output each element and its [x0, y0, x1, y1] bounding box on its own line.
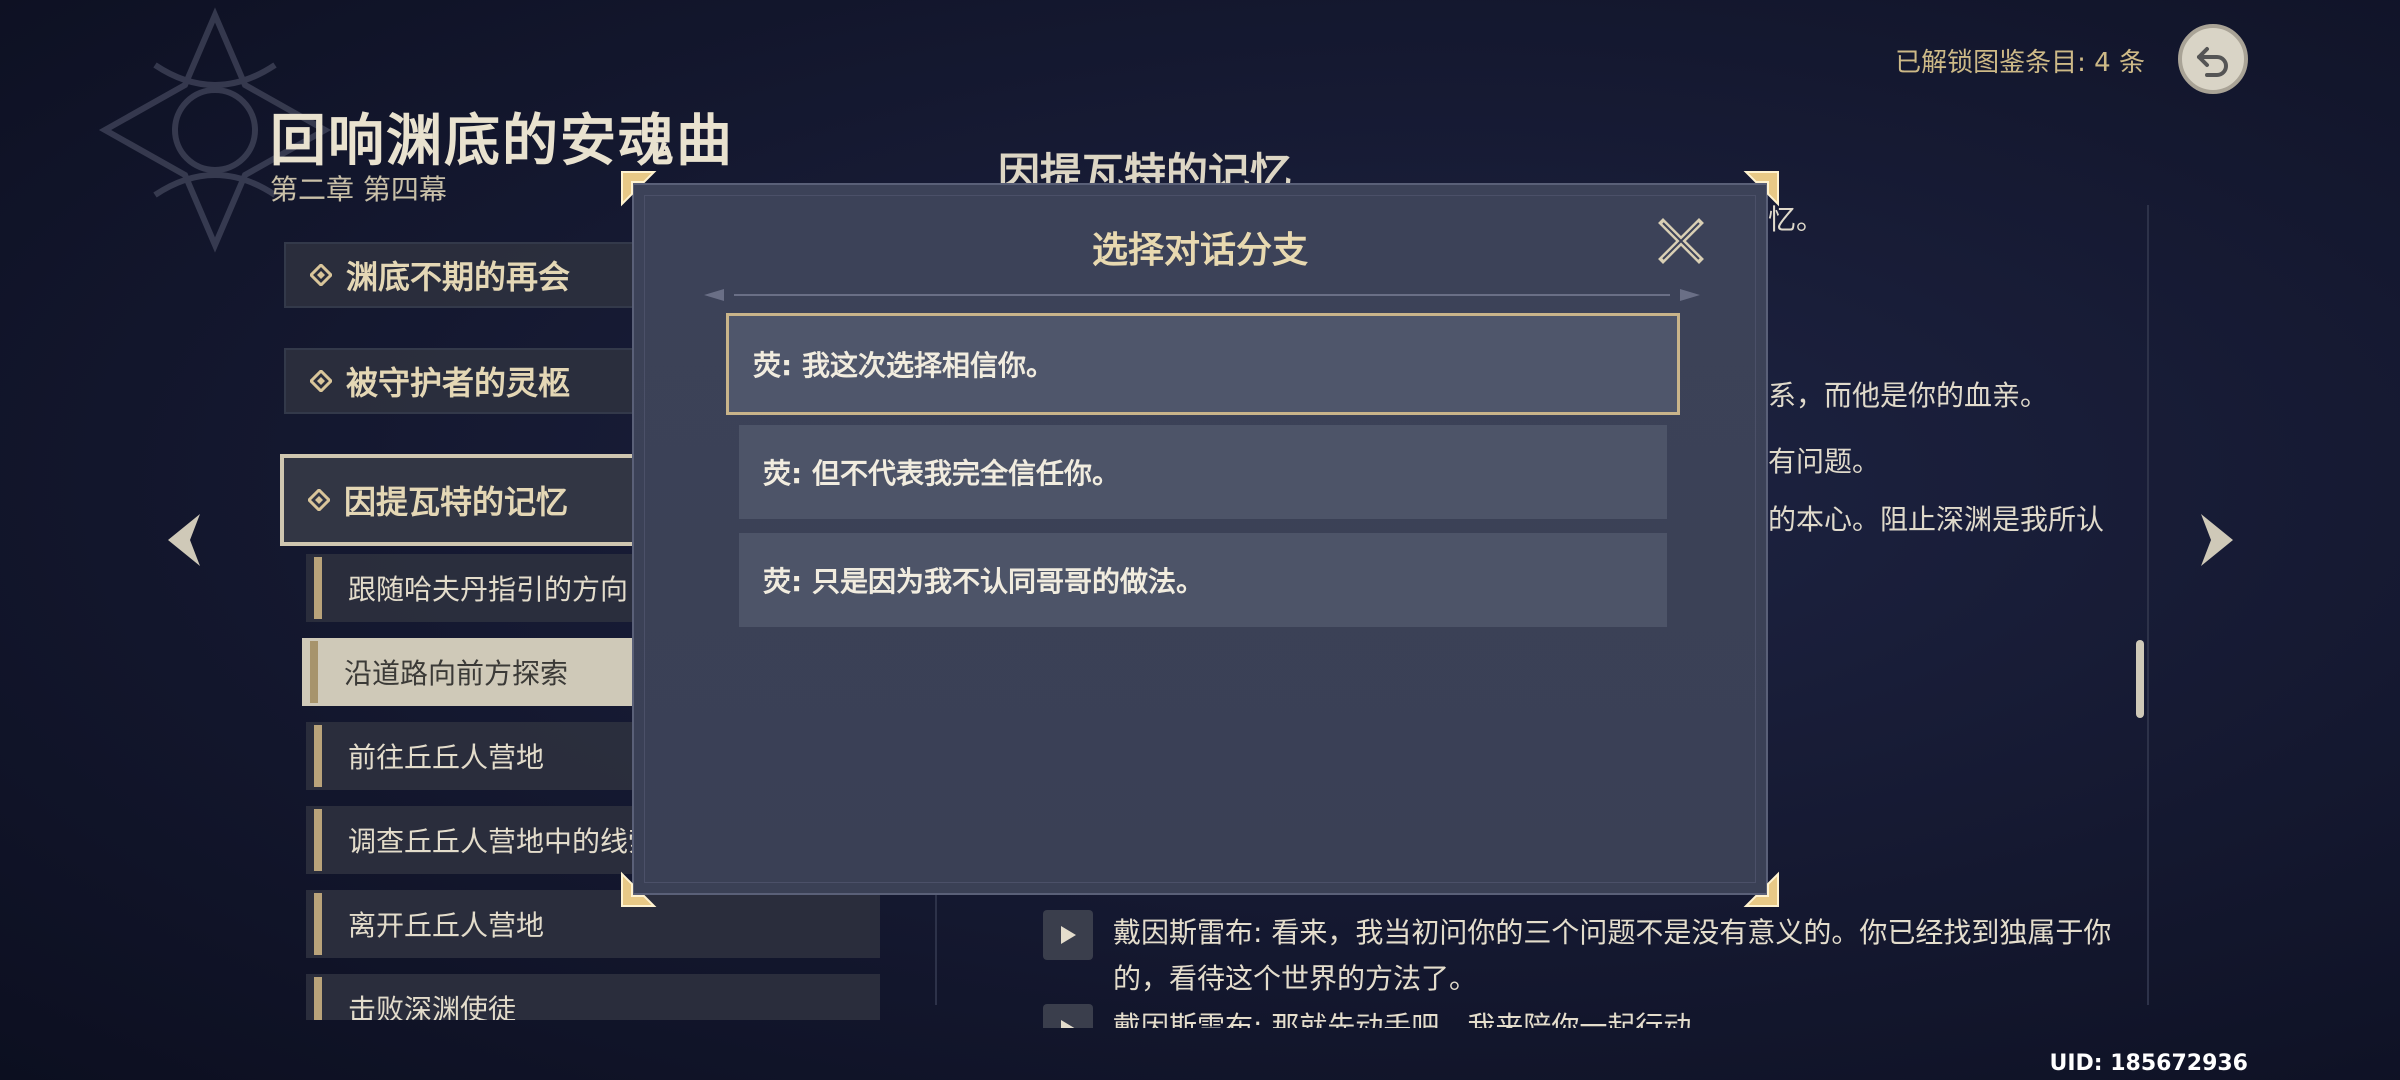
subquest-item[interactable]: 击败深渊使徒 — [306, 974, 880, 1020]
chevron-right-icon[interactable] — [2195, 508, 2241, 572]
memory-text: 有问题。 — [1768, 445, 1881, 478]
quest-label: 因提瓦特的记忆 — [344, 483, 569, 521]
corner-ornament-icon — [1743, 171, 1779, 207]
memory-text: 系，而他是你的血亲。 — [1768, 379, 2049, 412]
chapter-subtitle: 第二章 第四幕 — [270, 173, 447, 206]
subquest-label: 调查丘丘人营地中的线索 — [348, 825, 657, 858]
subquest-label: 击败深渊使徒 — [348, 993, 517, 1020]
subquest-label: 离开丘丘人营地 — [348, 909, 545, 942]
quest-label: 被守护者的灵柩 — [346, 364, 571, 402]
play-icon — [1061, 1020, 1075, 1028]
chevron-left-icon[interactable] — [160, 508, 206, 572]
play-icon — [1061, 926, 1076, 944]
diamond-icon — [310, 264, 332, 286]
chapter-title: 回响渊底的安魂曲 — [270, 109, 734, 174]
dialogue-option[interactable]: 荧: 但不代表我完全信任你。 — [739, 425, 1667, 519]
subquest-label: 前往丘丘人营地 — [348, 741, 545, 774]
quest-label: 渊底不期的再会 — [346, 258, 571, 296]
scrollbar[interactable] — [2136, 640, 2144, 718]
back-button[interactable] — [2178, 24, 2248, 94]
uid-label: UID: 185672936 — [2049, 1051, 2248, 1076]
subquest-label: 跟随哈夫丹指引的方向 — [348, 573, 629, 606]
close-icon[interactable] — [1657, 217, 1705, 265]
subquest-item[interactable]: 离开丘丘人营地 — [306, 890, 880, 958]
dialogue-option[interactable]: 荧: 只是因为我不认同哥哥的做法。 — [739, 533, 1667, 627]
option-label: 荧: 但不代表我完全信任你。 — [763, 457, 1120, 490]
subquest-bar — [314, 977, 322, 1020]
dialogue-branch-modal: 选择对话分支 荧: 我这次选择相信你。 荧: 但不代表我完全信任你。 荧: 只是… — [632, 183, 1768, 895]
option-label: 荧: 我这次选择相信你。 — [753, 349, 1054, 382]
corner-ornament-icon — [1743, 871, 1779, 907]
dialogue-option[interactable]: 荧: 我这次选择相信你。 — [726, 313, 1680, 415]
unlocked-entries-count: 已解锁图鉴条目: 4 条 — [1895, 48, 2145, 78]
subquest-bar — [314, 725, 322, 787]
modal-title: 选择对话分支 — [1091, 230, 1308, 271]
memory-text: 的本心。阻止深渊是我所认 — [1768, 503, 2105, 536]
back-arrow-icon — [2197, 47, 2228, 77]
diamond-icon — [310, 370, 332, 392]
play-button[interactable] — [1043, 1004, 1093, 1028]
play-button[interactable] — [1043, 910, 1093, 960]
subquest-bar — [314, 557, 322, 619]
subquest-bar — [314, 893, 322, 955]
subquest-bar — [314, 809, 322, 871]
dialogue-text: 戴因斯雷布: 那就先动手吧，我来陪你一起行动。 — [1113, 1010, 1720, 1028]
separator-ornament — [704, 289, 1700, 301]
diamond-icon — [308, 489, 330, 511]
subquest-label: 沿道路向前方探索 — [344, 657, 569, 690]
dialogue-line: 戴因斯雷布: 那就先动手吧，我来陪你一起行动。 — [1043, 1004, 2143, 1028]
dialogue-line: 戴因斯雷布: 看来，我当初问你的三个问题不是没有意义的。你已经找到独属于你的，看… — [1043, 910, 2143, 1002]
corner-ornament-icon — [621, 871, 657, 907]
corner-ornament-icon — [621, 171, 657, 207]
dialogue-text: 戴因斯雷布: 看来，我当初问你的三个问题不是没有意义的。你已经找到独属于你的，看… — [1113, 916, 2112, 995]
subquest-bar — [310, 641, 318, 703]
option-label: 荧: 只是因为我不认同哥哥的做法。 — [763, 565, 1204, 598]
